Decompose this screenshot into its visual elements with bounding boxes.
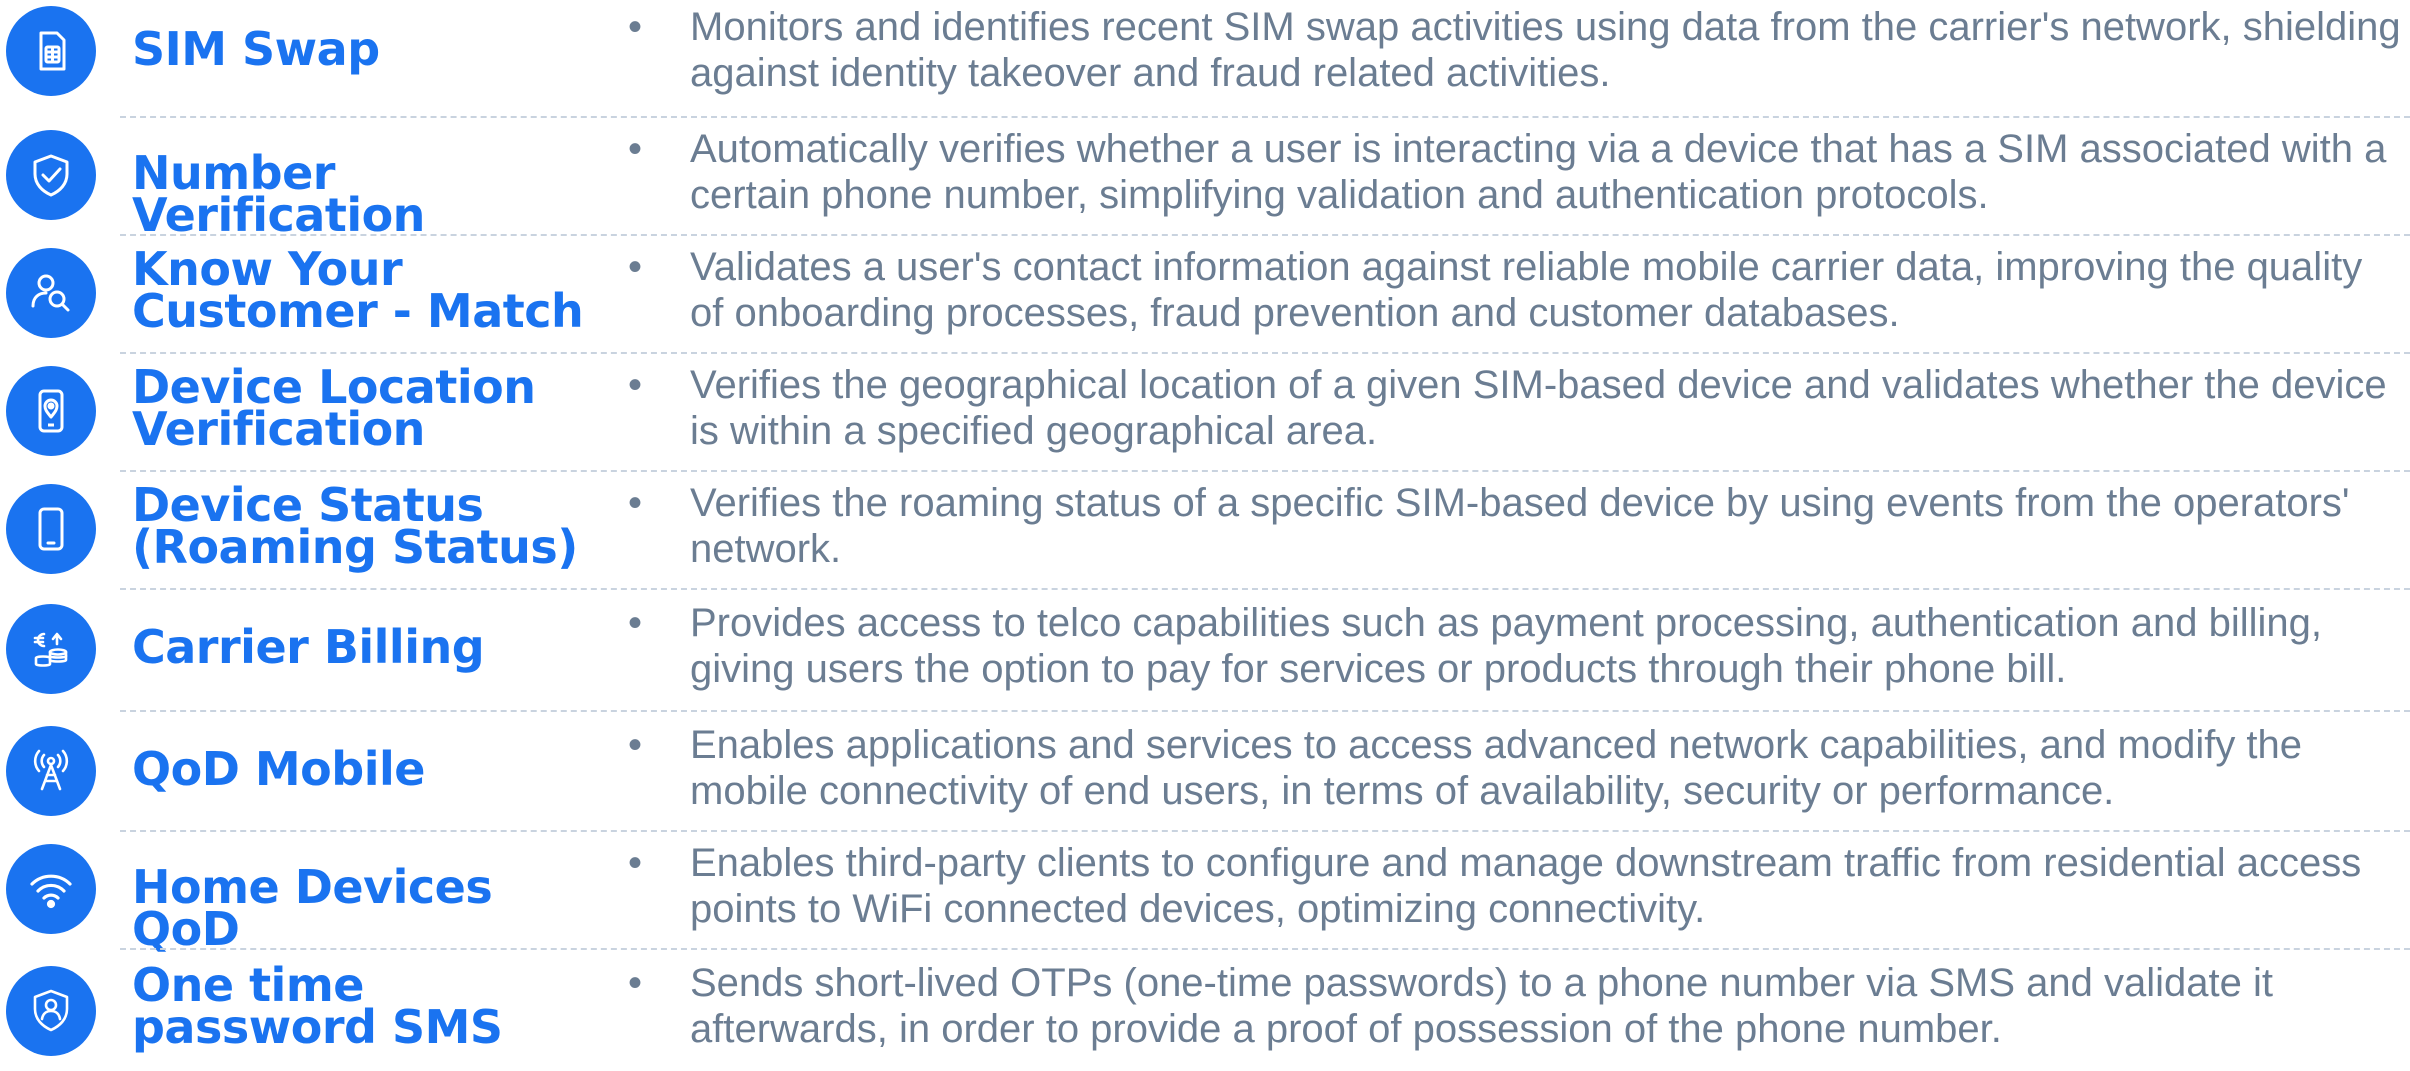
list-item: Carrier Billing • Provides access to tel… — [0, 590, 2410, 712]
bullet: • — [628, 601, 643, 645]
wifi-icon — [6, 844, 96, 934]
smartphone-icon — [6, 484, 96, 574]
list-item: QoD Mobile • Enables applications and se… — [0, 712, 2410, 832]
item-title: One time password SMS — [132, 958, 503, 1054]
item-description: Validates a user's contact information a… — [690, 245, 2363, 335]
shield-user-icon — [6, 966, 96, 1056]
list-item: One time password SMS • Sends short-live… — [0, 950, 2410, 1071]
item-description: Verifies the geographical location of a … — [690, 363, 2387, 453]
list-item: Device Location Verification • Verifies … — [0, 354, 2410, 472]
bullet: • — [628, 723, 643, 767]
item-title: Number Verification — [132, 146, 425, 242]
item-description: Enables applications and services to acc… — [690, 723, 2303, 813]
item-title: Carrier Billing — [132, 620, 485, 674]
bullet: • — [628, 841, 643, 885]
shield-check-icon — [6, 130, 96, 220]
item-description: Provides access to telco capabilities su… — [690, 601, 2323, 691]
list-item: Device Status (Roaming Status) • Verifie… — [0, 472, 2410, 590]
euro-coins-icon — [6, 604, 96, 694]
bullet: • — [628, 481, 643, 525]
bullet: • — [628, 5, 643, 49]
item-description: Monitors and identifies recent SIM swap … — [690, 5, 2401, 95]
bullet: • — [628, 127, 643, 171]
item-title: Know Your Customer - Match — [132, 242, 584, 338]
item-description: Verifies the roaming status of a specifi… — [690, 481, 2350, 571]
item-title: SIM Swap — [132, 22, 380, 76]
phone-location-icon — [6, 366, 96, 456]
list-item: SIM Swap • Monitors and identifies recen… — [0, 0, 2410, 118]
list-item: Know Your Customer - Match • Validates a… — [0, 236, 2410, 354]
item-description: Enables third-party clients to configure… — [690, 841, 2362, 931]
list-item: Home Devices QoD • Enables third-party c… — [0, 832, 2410, 956]
item-title: QoD Mobile — [132, 742, 425, 796]
item-title: Device Status (Roaming Status) — [132, 478, 578, 574]
user-search-icon — [6, 248, 96, 338]
bullet: • — [628, 363, 643, 407]
item-description: Sends short-lived OTPs (one-time passwor… — [690, 961, 2273, 1051]
item-title: Home Devices QoD — [132, 860, 493, 956]
item-title: Device Location Verification — [132, 360, 536, 456]
item-description: Automatically verifies whether a user is… — [690, 127, 2387, 217]
sim-card-icon — [6, 6, 96, 96]
antenna-tower-icon — [6, 726, 96, 816]
bullet: • — [628, 245, 643, 289]
list-item: Number Verification • Automatically veri… — [0, 118, 2410, 242]
bullet: • — [628, 961, 643, 1005]
